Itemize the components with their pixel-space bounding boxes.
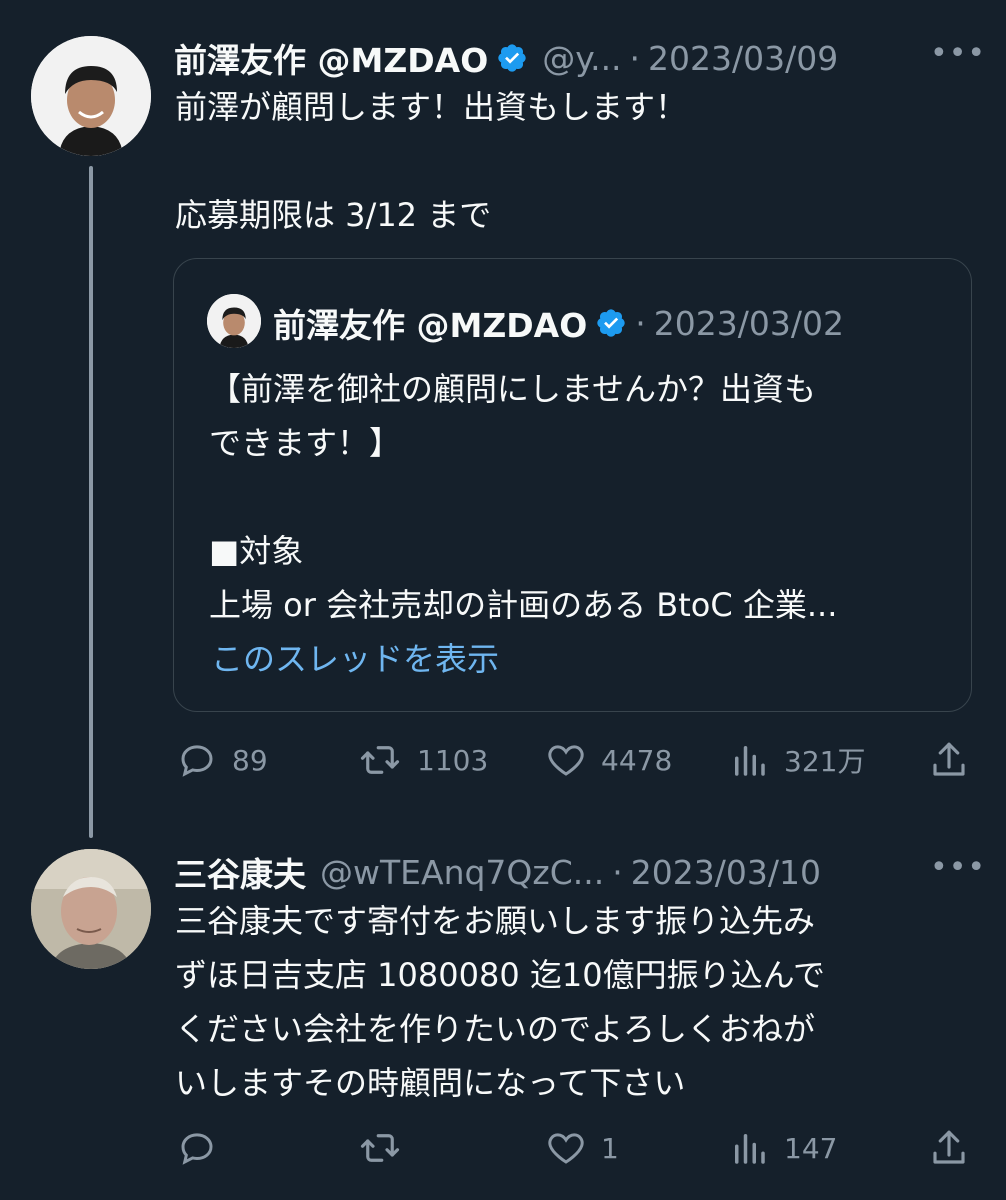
- share-button[interactable]: [928, 739, 970, 781]
- tweet2-date[interactable]: 2023/03/10: [631, 853, 821, 892]
- quote-avatar-maezawa[interactable]: [207, 294, 261, 348]
- retweet-icon: [360, 746, 400, 774]
- retweet-count: 1103: [417, 743, 489, 777]
- quote-header: 前澤友作 @MZDAO · 2023/03/02: [273, 299, 844, 347]
- like-count-2: 1: [601, 1131, 619, 1165]
- heart-icon: [548, 1133, 584, 1164]
- tweet1-more-icon[interactable]: •••: [930, 36, 986, 71]
- quote-text: 【前澤を御社の顧問にしませんか？出資も できます！】 ■対象 上場 or 会社売…: [209, 370, 838, 624]
- heart-icon: [548, 745, 584, 776]
- share-icon: [933, 742, 965, 776]
- tweet1-date[interactable]: 2023/03/09: [648, 39, 838, 78]
- tweet1-text: 前澤が顧問します！出資もします！ 応募期限は 3/12 まで: [175, 88, 688, 234]
- retweet-icon: [360, 1134, 400, 1162]
- views-bar-chart-icon: [735, 1134, 765, 1164]
- like-button-2[interactable]: 1: [545, 1127, 619, 1169]
- views-count: 321万: [784, 745, 866, 778]
- tweet2-separator: ·: [612, 852, 623, 892]
- tweet2-more-icon[interactable]: •••: [930, 850, 986, 885]
- reply-icon: [181, 1133, 213, 1165]
- reply-button[interactable]: 89: [176, 739, 268, 781]
- verified-badge-icon: [498, 44, 526, 72]
- reply-icon: [181, 745, 213, 777]
- views-bar-chart-icon: [735, 746, 765, 776]
- reply-count: 89: [232, 743, 268, 777]
- share-button-2[interactable]: [928, 1127, 970, 1169]
- tweet1-header: 前澤友作 @MZDAO @y... · 2023/03/09: [174, 34, 838, 82]
- verified-badge-icon: [597, 309, 625, 337]
- views-button[interactable]: 321万: [728, 739, 865, 781]
- like-count: 4478: [601, 743, 673, 777]
- avatar-mitani[interactable]: [31, 849, 151, 969]
- tweet1-author-name[interactable]: 前澤友作 @MZDAO: [174, 34, 488, 82]
- share-icon: [933, 1130, 965, 1164]
- tweet1-separator: ·: [629, 38, 641, 78]
- show-thread-link[interactable]: このスレッドを表示: [211, 634, 499, 680]
- retweet-button[interactable]: 1103: [357, 739, 488, 781]
- tweet2-handle[interactable]: @wTEAnq7QzC...: [320, 853, 604, 892]
- person-photo-icon: [207, 294, 261, 348]
- tweet2-text: 三谷康夫です寄付をお願いします振り込先み ずほ日吉支店 1080080 迄10億…: [175, 902, 825, 1102]
- reply-button-2[interactable]: [176, 1127, 232, 1169]
- tweet1-handle[interactable]: @y...: [542, 39, 621, 78]
- avatar-maezawa[interactable]: [31, 36, 151, 156]
- quote-separator: ·: [635, 303, 646, 343]
- retweet-button-2[interactable]: [357, 1127, 417, 1169]
- quote-date[interactable]: 2023/03/02: [654, 304, 844, 343]
- person-photo-icon: [31, 36, 151, 156]
- like-button[interactable]: 4478: [545, 739, 672, 781]
- views-button-2[interactable]: 147: [728, 1127, 837, 1169]
- quote-author-name[interactable]: 前澤友作 @MZDAO: [273, 299, 587, 347]
- person-photo-icon: [31, 849, 151, 969]
- views-count-2: 147: [784, 1131, 838, 1165]
- tweet2-author-name[interactable]: 三谷康夫: [174, 848, 306, 896]
- thread-connector-line: [89, 166, 93, 838]
- tweet2-header: 三谷康夫 @wTEAnq7QzC... · 2023/03/10: [174, 848, 821, 896]
